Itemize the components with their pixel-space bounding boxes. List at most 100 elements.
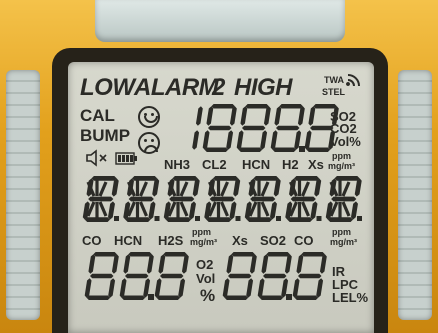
- segment-1-b: [229, 106, 237, 126]
- segment-alnum-4-a: [253, 176, 279, 181]
- segment-0-b: [249, 254, 257, 274]
- segment-1-f: [261, 254, 269, 274]
- segment-2-g: [241, 125, 266, 131]
- segment-2-g: [297, 273, 322, 279]
- segment-2-e: [236, 130, 244, 150]
- segment-1-g: [207, 125, 232, 131]
- segment-alnum-5-g: [290, 196, 316, 202]
- segment-alnum-4-g: [250, 196, 276, 202]
- segment-1-b: [284, 254, 292, 274]
- segment-2-b: [181, 254, 189, 274]
- segment-0-d: [224, 295, 249, 300]
- unit-ppm-mid: ppm: [192, 227, 211, 237]
- segment-2-c: [316, 278, 324, 298]
- gas-co-right: CO: [294, 233, 314, 248]
- segment-alnum-2-c: [188, 201, 196, 220]
- segment-2-e: [154, 278, 162, 298]
- segment-1-e: [119, 278, 127, 298]
- gas-so2: SO2: [260, 233, 287, 248]
- gas-xs-top: Xs: [308, 157, 324, 172]
- unit-ppm-top: ppm: [332, 151, 351, 161]
- segment-2-e: [292, 278, 300, 298]
- left-reading-digits: [84, 252, 189, 300]
- segment-1-f: [123, 254, 131, 274]
- main-reading-digits: [192, 104, 339, 152]
- segment-0-b: [111, 254, 119, 274]
- segment-2-a: [245, 104, 269, 109]
- segment-alnum-1-b: [152, 178, 160, 197]
- alnum-stroke-4-3: [260, 181, 270, 197]
- alnum-stroke-0-5: [98, 201, 108, 217]
- segment-alnum-3-a: [213, 176, 239, 181]
- decimal-point-alnum-3: [235, 216, 241, 221]
- decimal-point-4: [299, 146, 305, 152]
- decimal-point-alnum-1: [154, 216, 160, 221]
- decimal-point-alnum-6: [357, 216, 362, 221]
- gas-xs-bottom: Xs: [232, 233, 248, 248]
- segment-3-g: [275, 125, 300, 131]
- percent-label: %: [200, 286, 216, 305]
- segment-alnum-1-c: [148, 201, 156, 220]
- battery-icon: [115, 152, 137, 165]
- segment-4-a: [313, 104, 337, 109]
- alnum-stroke-6-5: [341, 201, 351, 217]
- segment-3-d: [272, 147, 297, 152]
- segment-1-c: [226, 130, 234, 150]
- top-light-strip: [95, 0, 345, 42]
- segment-alnum-6-b: [354, 178, 362, 197]
- segment-0-a: [93, 252, 117, 257]
- segment-alnum-5-b: [314, 178, 322, 197]
- unit-mgm3-top: mg/m³: [328, 161, 355, 171]
- segment-2-f: [158, 254, 166, 274]
- segment-1-f: [206, 106, 214, 126]
- low-label: LOW: [80, 74, 135, 101]
- alnum-stroke-3-3: [220, 181, 229, 197]
- segment-2-f: [240, 106, 248, 126]
- segment-alnum-6-a: [334, 176, 360, 181]
- segment-0-e: [84, 278, 92, 298]
- segment-2-b: [263, 106, 271, 126]
- segment-4-e: [304, 130, 312, 150]
- right-reading-digits: [222, 252, 327, 300]
- segment-2-c: [260, 130, 268, 150]
- segment-0-b: [195, 106, 203, 126]
- segment-3-f: [274, 106, 282, 126]
- segment-alnum-3-g: [209, 196, 235, 202]
- segment-0-c: [192, 130, 200, 150]
- alnum-stroke-2-5: [179, 201, 189, 217]
- segment-2-d: [238, 147, 263, 152]
- segment-alnum-3-c: [229, 201, 237, 220]
- segment-alnum-0-b: [111, 178, 119, 197]
- signal-icon: [346, 74, 360, 87]
- gas-h2: H2: [282, 157, 299, 172]
- alnum-stroke-6-3: [341, 181, 351, 197]
- decimal-point-alnum-0: [114, 216, 119, 221]
- unit-ppm-right: ppm: [332, 227, 351, 237]
- gas-nh3: NH3: [164, 157, 191, 172]
- segment-2-g: [159, 273, 184, 279]
- decimal-point-alnum-2: [195, 216, 200, 221]
- gas-hcn-top: HCN: [242, 157, 271, 172]
- segment-alnum-5-a: [294, 176, 320, 181]
- segment-alnum-6-g: [331, 196, 357, 202]
- segment-1-d: [204, 147, 229, 152]
- gas-co-left: CO: [82, 233, 102, 248]
- smiley-sad-icon: [138, 132, 160, 154]
- segment-4-f: [308, 106, 316, 126]
- segment-1-g: [124, 273, 149, 279]
- bump-label: BUMP: [80, 126, 131, 145]
- segment-alnum-3-b: [233, 178, 241, 197]
- segment-alnum-0-c: [107, 201, 115, 220]
- vol-label: Vol: [196, 271, 216, 286]
- segment-alnum-4-c: [269, 201, 277, 220]
- segment-0-f: [226, 254, 234, 274]
- smiley-happy-icon: [138, 106, 160, 128]
- cal-label: CAL: [80, 106, 115, 125]
- gas-hcn-bottom: HCN: [114, 233, 143, 248]
- segment-alnum-2-g: [169, 196, 195, 202]
- alarm-label: ALARM: [134, 74, 219, 101]
- left-grip: [6, 70, 40, 320]
- decimal-point-alnum-5: [316, 216, 322, 221]
- segment-3-b: [297, 106, 305, 126]
- segment-alnum-1-g: [128, 196, 154, 202]
